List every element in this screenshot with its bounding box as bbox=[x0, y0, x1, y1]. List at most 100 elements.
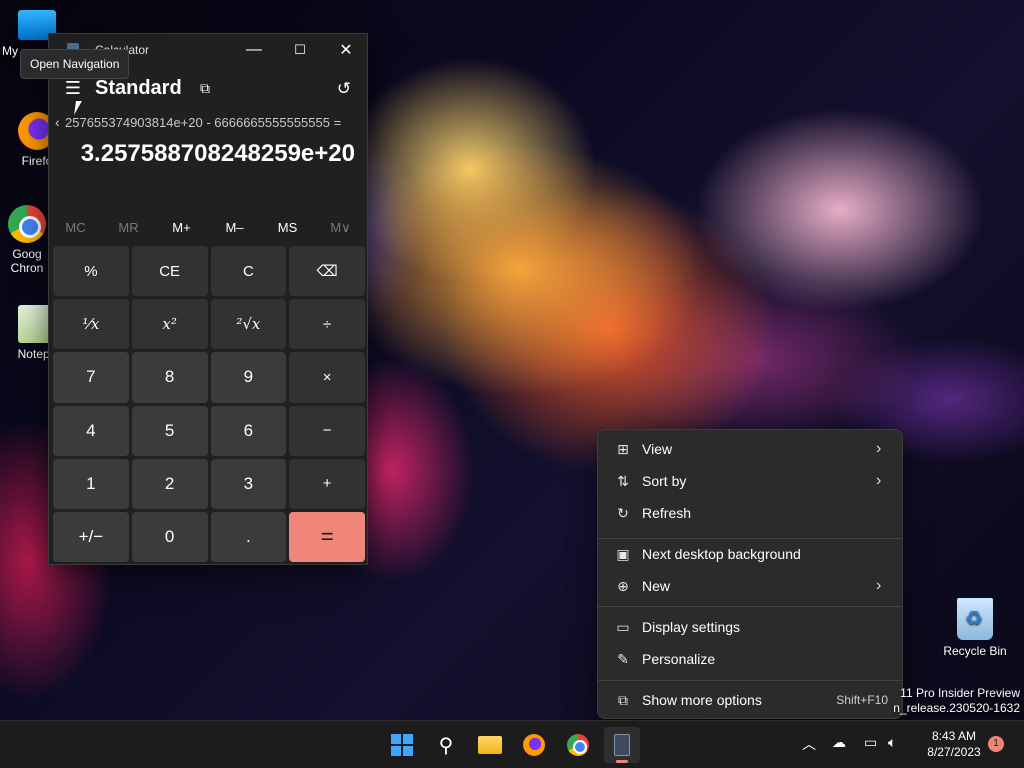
expression-row: ‹ 257655374903814e+20 - 6666665555555555… bbox=[49, 112, 367, 136]
recycle-bin-icon bbox=[957, 598, 993, 640]
minimize-button[interactable]: — bbox=[231, 34, 277, 66]
grid-icon: ⊞ bbox=[617, 440, 629, 457]
menu-item-label: Sort by bbox=[642, 473, 687, 489]
digit-8-button[interactable]: 8 bbox=[131, 352, 208, 403]
chevron-left-icon[interactable]: ‹ bbox=[55, 114, 60, 130]
clear-button[interactable]: C bbox=[210, 246, 287, 297]
refresh-icon: ↻ bbox=[617, 504, 629, 521]
search-button[interactable]: ⚲ bbox=[428, 727, 464, 763]
memory-row: MC MR M+ M– MS M∨ bbox=[49, 214, 367, 242]
folder-icon bbox=[478, 736, 502, 754]
memory-add-button[interactable]: M+ bbox=[155, 214, 208, 242]
percent-button[interactable]: % bbox=[53, 246, 129, 297]
memory-recall-button[interactable]: MR bbox=[102, 214, 155, 242]
close-button[interactable]: ✕ bbox=[323, 34, 369, 66]
reciprocal-button[interactable]: ¹⁄x bbox=[53, 299, 129, 350]
chevron-right-icon: › bbox=[876, 440, 882, 457]
desktop-icon-label: Goog Chron bbox=[10, 247, 44, 275]
calculator-window: Calculator — ☐ ✕ Open Navigation ☰ Stand… bbox=[20, 33, 369, 565]
digit-7-button[interactable]: 7 bbox=[53, 352, 129, 403]
sort-icon: ⇅ bbox=[617, 472, 629, 489]
memory-list-button[interactable]: M∨ bbox=[314, 214, 367, 242]
windows-logo-icon bbox=[391, 734, 413, 756]
digit-3-button[interactable]: 3 bbox=[210, 458, 287, 509]
digit-1-button[interactable]: 1 bbox=[53, 458, 129, 509]
clear-entry-button[interactable]: CE bbox=[131, 246, 208, 297]
clock-time: 8:43 AM bbox=[931, 729, 977, 743]
maximize-button[interactable]: ☐ bbox=[277, 34, 323, 66]
shortcut-hint: Shift+F10 bbox=[836, 693, 888, 707]
display-icon: ▭ bbox=[616, 618, 630, 635]
chrome-taskbar-button[interactable] bbox=[560, 727, 596, 763]
divide-button[interactable]: ÷ bbox=[289, 299, 365, 350]
build-watermark: 11 Pro Insider Preview n_release.230520-… bbox=[893, 686, 1020, 716]
menu-item-label: Next desktop background bbox=[642, 546, 801, 562]
firefox-icon bbox=[523, 734, 545, 756]
mode-title: Standard bbox=[95, 77, 182, 99]
show-hidden-icons-chevron-icon[interactable]: ︿ bbox=[802, 734, 816, 754]
calculator-taskbar-button[interactable] bbox=[604, 727, 640, 763]
square-button[interactable]: x² bbox=[131, 299, 208, 350]
search-icon: ⚲ bbox=[438, 734, 454, 757]
more-options-icon: ⧉ bbox=[618, 691, 628, 708]
brush-icon: ✎ bbox=[617, 650, 629, 667]
active-app-indicator bbox=[616, 760, 628, 763]
menu-item-label: Show more options bbox=[642, 692, 762, 708]
digit-4-button[interactable]: 4 bbox=[53, 405, 129, 456]
backspace-button[interactable]: ⌫ bbox=[289, 246, 365, 297]
watermark-line: 11 Pro Insider Preview bbox=[900, 686, 1020, 700]
keep-on-top-icon[interactable]: ⧉ bbox=[195, 78, 215, 98]
notification-badge[interactable]: 1 bbox=[988, 736, 1004, 752]
minus-button[interactable]: − bbox=[289, 405, 365, 456]
menu-item-show-more-options[interactable]: ⧉ Show more options Shift+F10 bbox=[602, 685, 898, 715]
menu-item-label: Refresh bbox=[642, 505, 692, 521]
menu-item-label: Display settings bbox=[642, 619, 741, 635]
memory-clear-button[interactable]: MC bbox=[49, 214, 102, 242]
chevron-right-icon: › bbox=[876, 577, 882, 594]
multiply-button[interactable]: × bbox=[289, 352, 365, 403]
menu-separator bbox=[598, 606, 902, 607]
taskbar-clock[interactable]: 8:43 AM 8/27/2023 bbox=[912, 728, 996, 760]
digit-5-button[interactable]: 5 bbox=[131, 405, 208, 456]
clock-date: 8/27/2023 bbox=[927, 745, 981, 759]
new-icon: ⊕ bbox=[617, 577, 629, 594]
equals-button[interactable]: = bbox=[289, 511, 365, 562]
memory-store-button[interactable]: MS bbox=[261, 214, 314, 242]
digit-2-button[interactable]: 2 bbox=[131, 458, 208, 509]
next-background-icon: ▣ bbox=[616, 545, 630, 562]
digit-6-button[interactable]: 6 bbox=[210, 405, 287, 456]
menu-item-new[interactable]: ⊕ New › bbox=[602, 571, 898, 601]
memory-subtract-button[interactable]: M– bbox=[208, 214, 261, 242]
chrome-icon bbox=[8, 205, 46, 243]
plus-button[interactable]: + bbox=[289, 458, 365, 509]
desktop-icon-recycle-bin[interactable]: Recycle Bin bbox=[940, 598, 1010, 658]
menu-item-label: New bbox=[642, 578, 671, 594]
menu-item-label: Personalize bbox=[642, 651, 716, 667]
desktop-icon-label: Recycle Bin bbox=[943, 644, 1007, 658]
desktop-icon-chrome[interactable]: Goog Chron bbox=[2, 205, 52, 275]
digit-0-button[interactable]: 0 bbox=[131, 511, 208, 562]
square-root-button[interactable]: ²√x bbox=[210, 299, 287, 350]
menu-item-view[interactable]: ⊞ View › bbox=[602, 434, 898, 464]
cloud-offline-icon[interactable]: ☁ bbox=[832, 734, 846, 751]
calculator-icon bbox=[614, 734, 630, 756]
decimal-button[interactable]: . bbox=[210, 511, 287, 562]
network-icon[interactable]: ▭ bbox=[864, 734, 877, 751]
menu-item-sort-by[interactable]: ⇅ Sort by › bbox=[602, 466, 898, 496]
menu-item-next-desktop-background[interactable]: ▣ Next desktop background bbox=[602, 539, 898, 569]
file-explorer-button[interactable] bbox=[472, 727, 508, 763]
menu-item-personalize[interactable]: ✎ Personalize bbox=[602, 644, 898, 674]
negate-button[interactable]: +/− bbox=[53, 511, 129, 562]
navigation-tooltip: Open Navigation bbox=[20, 49, 130, 79]
menu-item-label: View bbox=[642, 441, 673, 457]
menu-separator bbox=[598, 680, 902, 681]
start-button[interactable] bbox=[384, 727, 420, 763]
firefox-taskbar-button[interactable] bbox=[516, 727, 552, 763]
digit-9-button[interactable]: 9 bbox=[210, 352, 287, 403]
history-icon[interactable]: ↺ bbox=[331, 76, 357, 102]
menu-item-display-settings[interactable]: ▭ Display settings bbox=[602, 612, 898, 642]
volume-icon[interactable]: 🔈︎ bbox=[888, 734, 896, 751]
keypad: % CE C ⌫ ¹⁄x x² ²√x ÷ 7 8 9 × 4 5 6 − 1 … bbox=[53, 246, 365, 562]
menu-item-refresh[interactable]: ↻ Refresh bbox=[602, 498, 898, 528]
desktop-context-menu: ⊞ View › ⇅ Sort by › ↻ Refresh ▣ Next de… bbox=[597, 429, 903, 719]
